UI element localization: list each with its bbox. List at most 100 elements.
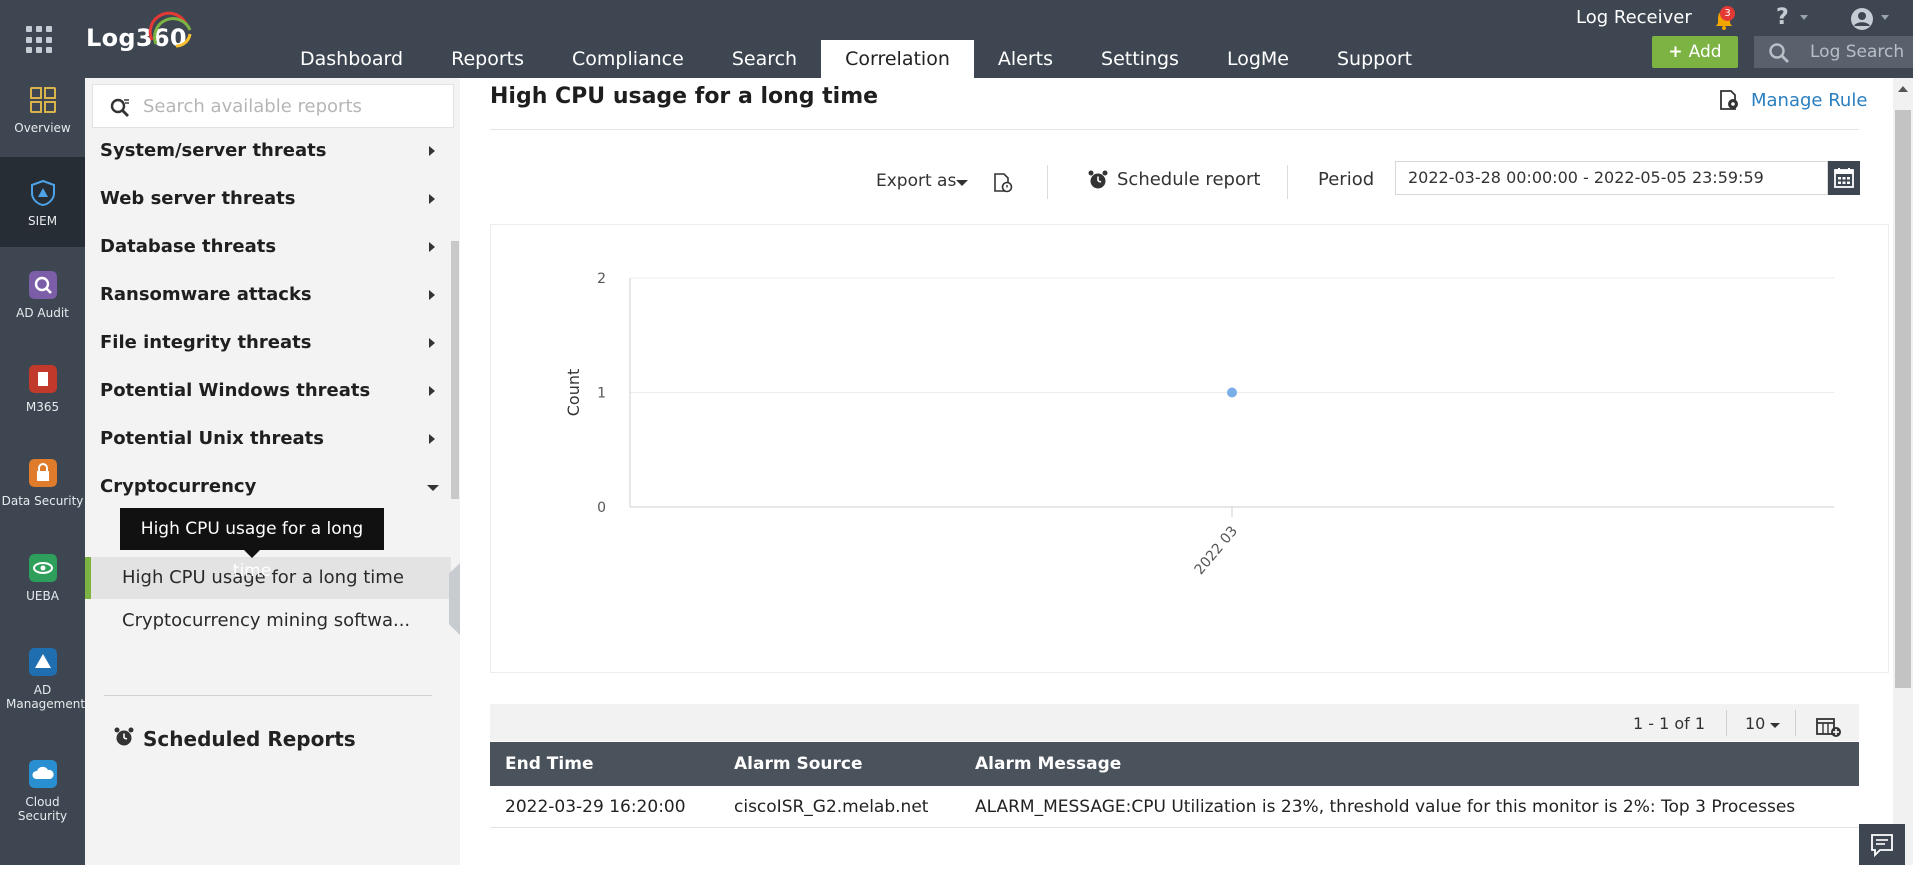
title-divider: [490, 129, 1859, 130]
report-tooltip: High CPU usage for a long time: [120, 508, 384, 581]
chevron-down-icon[interactable]: [1770, 723, 1780, 728]
ad-management-icon: [28, 648, 57, 676]
category-label: Potential Unix threats: [100, 428, 324, 449]
chevron-down-icon: [427, 485, 439, 491]
y-tick-label: 1: [597, 386, 606, 402]
plus-icon: +: [1668, 42, 1683, 62]
nav-support[interactable]: Support: [1313, 40, 1436, 78]
page-scrollbar-thumb[interactable]: [1895, 110, 1911, 688]
category-label: Ransomware attacks: [100, 284, 312, 305]
category-file-integrity-threats[interactable]: File integrity threats: [100, 328, 445, 358]
table-row[interactable]: 2022-03-29 16:20:00 ciscoISR_G2.melab.ne…: [490, 786, 1859, 828]
rail-label: AD Management: [6, 683, 86, 711]
nav-compliance[interactable]: Compliance: [548, 40, 708, 78]
nav-dashboard[interactable]: Dashboard: [276, 40, 427, 78]
pager-separator: [1795, 710, 1796, 736]
rail-siem[interactable]: SIEM: [0, 157, 85, 247]
table-header: End Time Alarm Source Alarm Message: [490, 742, 1859, 786]
nav-settings[interactable]: Settings: [1077, 40, 1203, 78]
siem-icon: [30, 179, 55, 207]
category-database-threats[interactable]: Database threats: [100, 232, 445, 262]
scheduled-reports-link[interactable]: Scheduled Reports: [143, 727, 356, 751]
user-caret-icon[interactable]: [1881, 15, 1889, 20]
data-point: [1227, 387, 1237, 398]
apps-grid-icon[interactable]: [26, 26, 54, 54]
column-alarm-message[interactable]: Alarm Message: [975, 742, 1121, 786]
manage-rule-link[interactable]: Manage Rule: [1751, 90, 1867, 111]
cell-alarm-source: ciscoISR_G2.melab.net: [734, 797, 929, 817]
nav-alerts[interactable]: Alerts: [974, 40, 1077, 78]
add-button[interactable]: + Add: [1652, 36, 1738, 68]
toolbar-separator: [1287, 165, 1288, 199]
category-web-server-threats[interactable]: Web server threats: [100, 184, 445, 214]
cell-end-time: 2022-03-29 16:20:00: [505, 797, 686, 817]
period-range-field[interactable]: 2022-03-28 00:00:00 - 2022-05-05 23:59:5…: [1395, 161, 1828, 195]
column-alarm-source[interactable]: Alarm Source: [734, 742, 863, 786]
manage-rule-icon[interactable]: [1718, 89, 1740, 111]
pagination-info: 1 - 1 of 1: [1633, 714, 1706, 733]
nav-search[interactable]: Search: [708, 40, 821, 78]
notification-badge: 3: [1720, 6, 1735, 21]
logo-arc-icon: [148, 11, 192, 48]
cloud-security-icon: [28, 760, 57, 788]
x-tick-label: 2022 03: [1192, 523, 1241, 578]
rail-label: AD Audit: [16, 306, 69, 320]
help-caret-icon[interactable]: [1800, 15, 1808, 20]
category-ransomware-attacks[interactable]: Ransomware attacks: [100, 280, 445, 310]
export-schedule-doc-icon[interactable]: [992, 172, 1014, 194]
ad-audit-icon: [28, 271, 57, 299]
alarm-clock-icon: [1088, 170, 1108, 189]
category-label: Cryptocurrency: [100, 476, 257, 497]
report-item-crypto-mining-software[interactable]: Cryptocurrency mining softwa...: [85, 600, 451, 642]
chat-button[interactable]: [1859, 824, 1905, 865]
rail-ad-management[interactable]: AD Management: [0, 648, 85, 738]
rail-cloud-security[interactable]: Cloud Security: [0, 760, 85, 850]
rail-overview[interactable]: Overview: [0, 84, 85, 156]
rail-label: Data Security: [1, 494, 84, 508]
count-chart: 0 1 2 Count 2022 03: [564, 271, 1834, 578]
rail-ad-audit[interactable]: AD Audit: [0, 271, 85, 341]
category-label: Database threats: [100, 236, 277, 257]
chevron-right-icon: [429, 386, 435, 396]
y-tick-label: 0: [597, 500, 606, 516]
export-dropdown[interactable]: Export as: [876, 171, 956, 191]
toolbar-separator: [1047, 165, 1048, 199]
rail-label: SIEM: [27, 214, 58, 228]
report-search-input[interactable]: [143, 85, 443, 127]
page-size-select[interactable]: 10: [1745, 714, 1765, 733]
rail-label: M365: [25, 400, 60, 414]
category-label: File integrity threats: [100, 332, 312, 353]
category-cryptocurrency[interactable]: Cryptocurrency: [100, 472, 445, 502]
log-receiver-link[interactable]: Log Receiver: [1576, 7, 1692, 28]
panel-collapse-handle[interactable]: [449, 563, 460, 635]
help-icon[interactable]: ?: [1776, 5, 1789, 30]
chevron-right-icon: [429, 146, 435, 156]
category-system-server-threats[interactable]: System/server threats: [100, 136, 445, 166]
rail-label: UEBA: [26, 589, 59, 603]
nav-logme[interactable]: LogMe: [1203, 40, 1313, 78]
rail-label: Cloud Security: [17, 795, 68, 823]
rail-data-security[interactable]: Data Security: [0, 459, 85, 531]
column-end-time[interactable]: End Time: [505, 742, 593, 786]
rail-ueba[interactable]: UEBA: [0, 554, 85, 624]
chevron-right-icon: [429, 338, 435, 348]
add-column-icon[interactable]: [1816, 716, 1842, 738]
nav-correlation[interactable]: Correlation: [821, 40, 974, 78]
chevron-right-icon: [429, 290, 435, 300]
rail-m365[interactable]: M365: [0, 365, 85, 435]
chevron-down-icon[interactable]: [956, 180, 968, 186]
nav-reports[interactable]: Reports: [427, 40, 548, 78]
calendar-button[interactable]: [1828, 161, 1860, 195]
category-potential-unix-threats[interactable]: Potential Unix threats: [100, 424, 445, 454]
scroll-up-icon[interactable]: [1898, 86, 1908, 92]
alarm-clock-icon: [114, 727, 134, 746]
category-potential-windows-threats[interactable]: Potential Windows threats: [100, 376, 445, 406]
add-button-label: Add: [1688, 42, 1722, 62]
period-label: Period: [1318, 169, 1375, 190]
search-icon: [1769, 43, 1789, 63]
panel-scrollbar[interactable]: [451, 241, 459, 499]
main-nav: Dashboard Reports Compliance Search Corr…: [276, 40, 1436, 78]
schedule-report-button[interactable]: Schedule report: [1117, 169, 1260, 190]
user-avatar-icon[interactable]: [1850, 7, 1874, 31]
cell-alarm-message: ALARM_MESSAGE:CPU Utilization is 23%, th…: [975, 797, 1796, 817]
